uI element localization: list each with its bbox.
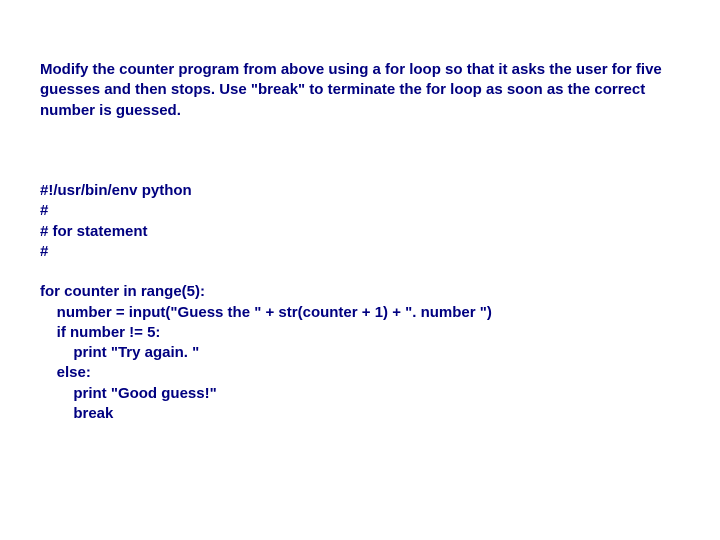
code-line: else: (40, 364, 91, 381)
code-line: break (40, 405, 113, 422)
instruction-paragraph: Modify the counter program from above us… (40, 60, 680, 121)
code-line: for counter in range(5): (40, 283, 205, 300)
code-line: #!/usr/bin/env python (40, 182, 192, 199)
code-line: print "Good guess!" (40, 385, 217, 402)
code-block: #!/usr/bin/env python # # for statement … (40, 161, 680, 424)
code-line: print "Try again. " (40, 344, 199, 361)
document-page: Modify the counter program from above us… (0, 0, 720, 424)
code-line: # for statement (40, 223, 148, 240)
code-line: # (40, 243, 48, 260)
code-line: # (40, 202, 48, 219)
code-line: number = input("Guess the " + str(counte… (40, 304, 492, 321)
code-line: if number != 5: (40, 324, 160, 341)
